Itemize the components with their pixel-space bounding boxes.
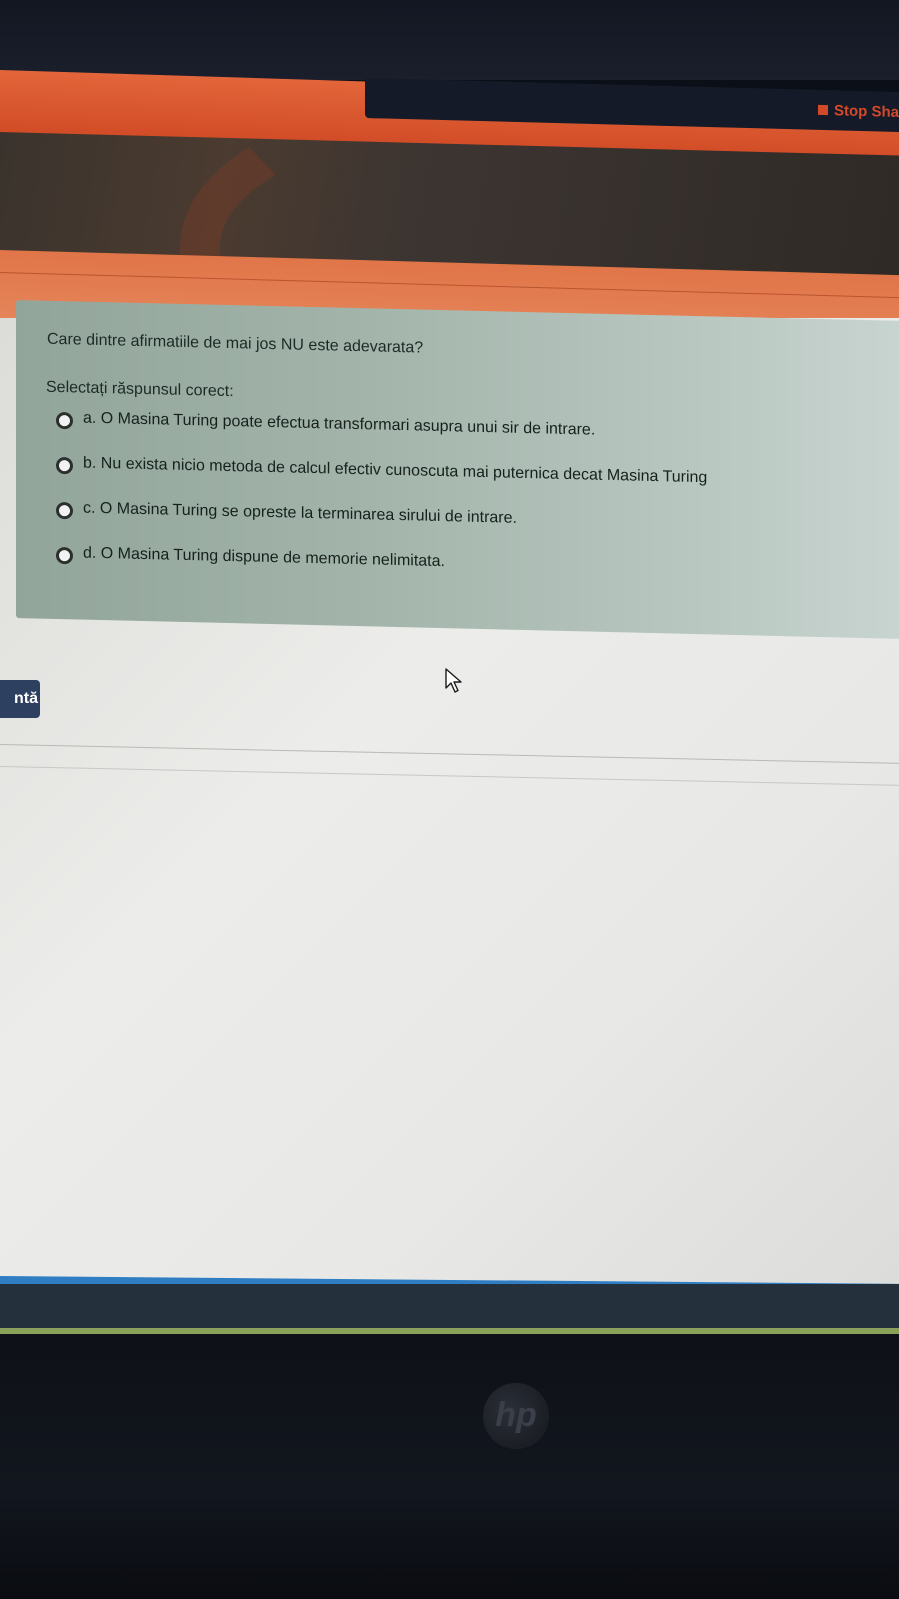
- hp-logo-icon: hp: [483, 1383, 549, 1449]
- next-page-button[interactable]: ntă: [0, 680, 40, 718]
- radio-button-d[interactable]: [56, 546, 73, 565]
- question-panel: Care dintre afirmatiile de mai jos NU es…: [16, 300, 899, 639]
- answer-prompt: Selectați răspunsul corect:: [46, 378, 234, 401]
- answer-label[interactable]: d. O Masina Turing dispune de memorie ne…: [83, 545, 445, 572]
- taskbar-strip: [0, 0, 899, 80]
- stop-share-label: Stop Sha: [833, 102, 899, 121]
- stop-share-button[interactable]: Stop Sha: [817, 102, 899, 121]
- laptop-bezel: [0, 1334, 899, 1599]
- footer-band: [0, 1284, 899, 1330]
- stop-icon: [817, 104, 828, 116]
- radio-button-c[interactable]: [56, 501, 73, 520]
- nav-divider: [0, 272, 899, 299]
- answer-label[interactable]: b. Nu exista nicio metoda de calcul efec…: [83, 455, 707, 488]
- question-text: Care dintre afirmatiile de mai jos NU es…: [47, 330, 424, 357]
- answer-label[interactable]: c. O Masina Turing se opreste la termina…: [83, 500, 517, 528]
- radio-button-b[interactable]: [56, 456, 73, 475]
- radio-button-a[interactable]: [56, 411, 73, 430]
- photo-of-laptop-screen: Stop Sha Care dintre afirmatiile de mai …: [0, 0, 899, 1599]
- mouse-cursor-icon: [445, 668, 462, 693]
- answer-label[interactable]: a. O Masina Turing poate efectua transfo…: [83, 410, 595, 440]
